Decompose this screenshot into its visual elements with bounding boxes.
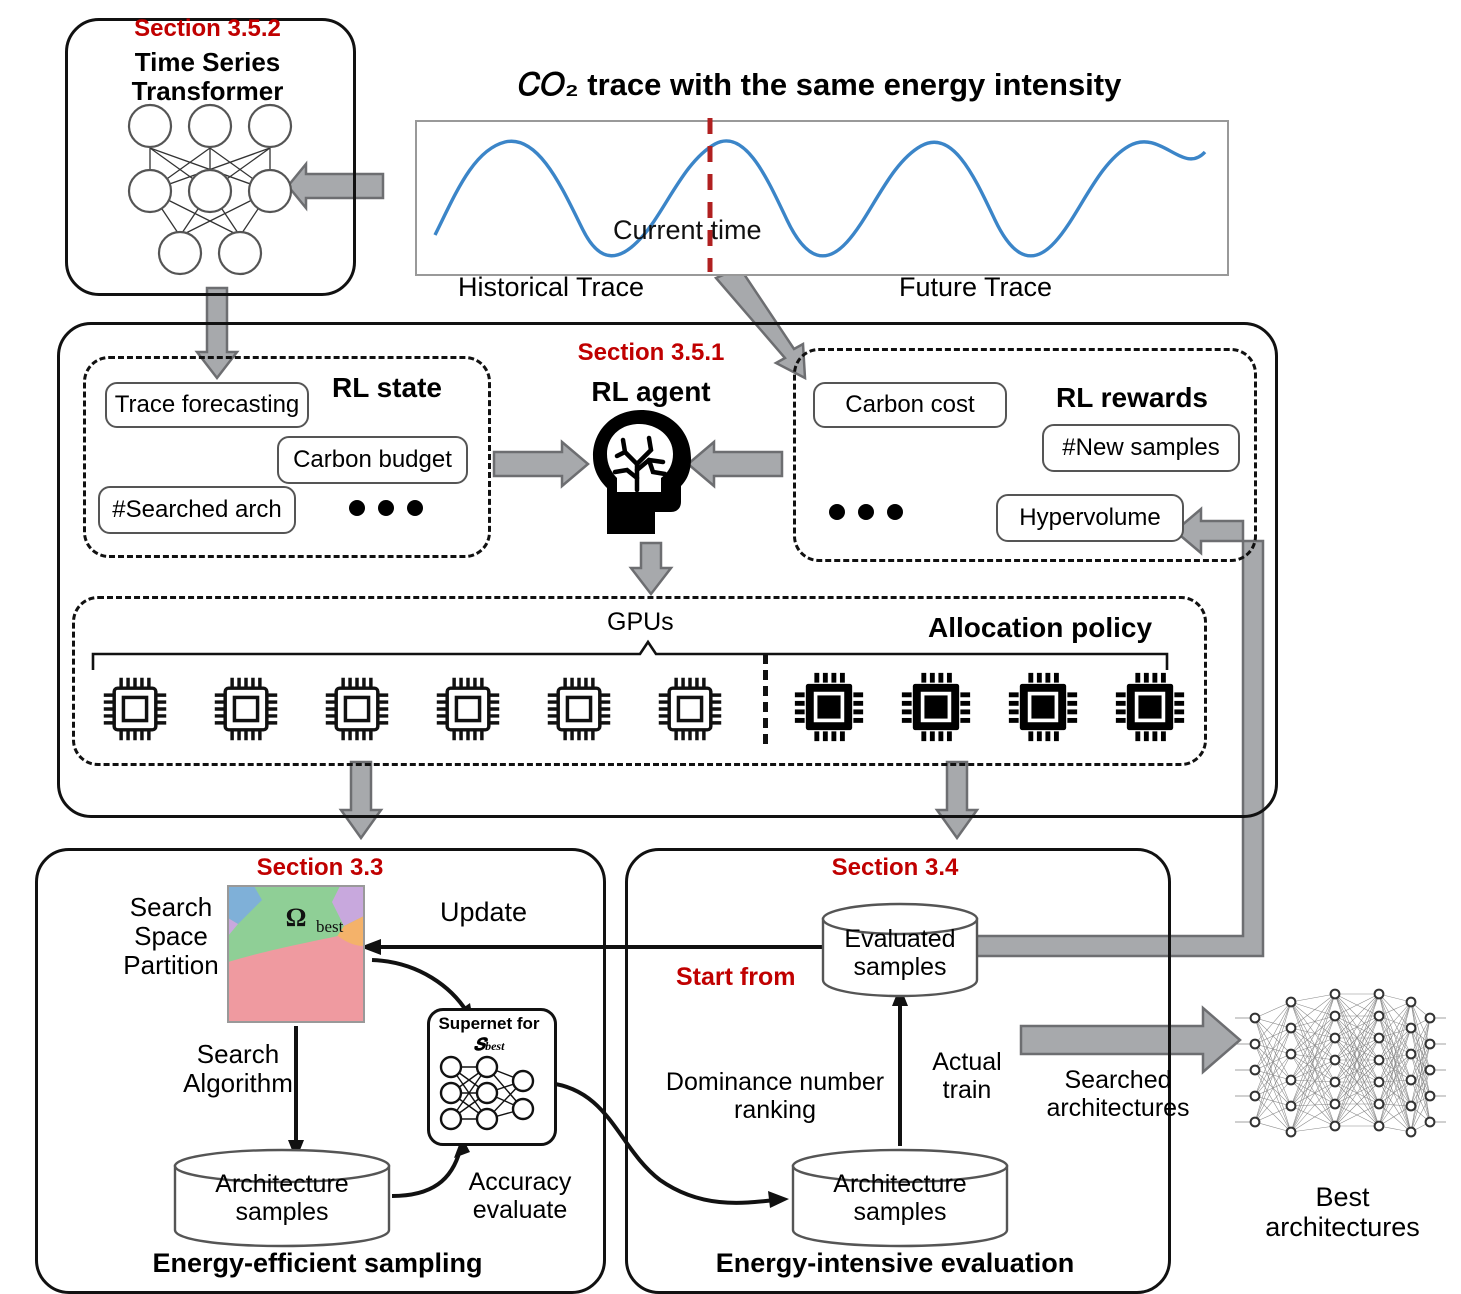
chip-outline-icon — [436, 677, 500, 741]
architecture-samples-db-left-label: Architecture samples — [215, 1170, 349, 1226]
energy-intensive-evaluation-footer: Energy-intensive evaluation — [715, 1248, 1075, 1278]
supernet-network-icon — [439, 1055, 535, 1131]
architecture-samples-db-right-label: Architecture samples — [833, 1170, 967, 1226]
chip-outline-icon — [547, 677, 611, 741]
chip-filled-icon — [1115, 672, 1185, 742]
svg-text:Ω: Ω — [286, 903, 307, 932]
section-label-34: Section 3.4 — [831, 854, 959, 881]
rl-rewards-title: RL rewards — [1056, 382, 1208, 413]
chip-outline-icon — [103, 677, 167, 741]
section-label-352: Section 3.5.2 — [134, 15, 281, 42]
rl-rewards-ellipsis — [829, 504, 903, 520]
rl-state-ellipsis — [349, 500, 423, 516]
rl-rewards-item-new-samples[interactable]: #New samples — [1042, 424, 1240, 472]
gpu-group-divider — [763, 654, 768, 744]
neural-network-icon — [127, 103, 293, 276]
search-space-partition-image: Ω best — [227, 885, 365, 1023]
supernet-subtitle: 𝑺best — [473, 1035, 505, 1054]
pill-label: Carbon cost — [845, 391, 975, 418]
dominance-number-ranking-label: Dominance number ranking — [665, 1068, 885, 1124]
future-trace-label: Future Trace — [899, 272, 1053, 302]
pill-label: #Searched arch — [112, 496, 282, 523]
current-time-label: Current time — [613, 215, 762, 245]
co2-trace-plot — [433, 118, 1207, 272]
evaluated-samples-db-label: Evaluated samples — [844, 925, 956, 981]
rl-rewards-item-carbon-cost[interactable]: Carbon cost — [813, 382, 1007, 428]
chip-outline-icon — [658, 677, 722, 741]
section-label-33: Section 3.3 — [256, 854, 384, 881]
energy-efficient-sampling-footer: Energy-efficient sampling — [152, 1248, 483, 1278]
svg-text:best: best — [316, 917, 344, 936]
gpus-label: GPUs — [607, 608, 674, 636]
allocation-policy-title: Allocation policy — [928, 612, 1153, 643]
actual-train-label: Actual train — [932, 1048, 1002, 1104]
best-architectures-label: Best architectures — [1265, 1182, 1420, 1243]
rl-state-item-searched-arch[interactable]: #Searched arch — [98, 486, 296, 534]
search-algorithm-label: Search Algorithm — [183, 1039, 293, 1099]
pill-label: Carbon budget — [293, 446, 452, 473]
searched-architectures-label: Searched architectures — [1046, 1066, 1190, 1122]
figure-canvas: .ga{fill:#a7a9ac;stroke:#6d6e71;stroke-w… — [0, 0, 1461, 1294]
co2-trace-title: 𝐶𝑂₂ trace with the same energy intensity — [518, 67, 1122, 102]
chip-outline-icon — [214, 677, 278, 741]
historical-trace-label: Historical Trace — [458, 272, 645, 302]
supernet-title: Supernet for — [438, 1014, 540, 1033]
chip-filled-icon — [1008, 672, 1078, 742]
update-label: Update — [440, 897, 528, 927]
brain-head-icon — [593, 410, 691, 534]
chip-outline-icon — [325, 677, 389, 741]
chip-filled-icon — [901, 672, 971, 742]
pill-label: Hypervolume — [1019, 504, 1161, 531]
rl-rewards-item-hypervolume[interactable]: Hypervolume — [996, 494, 1184, 542]
start-from-label: Start from — [676, 963, 796, 991]
search-space-partition-label: Search Space Partition — [123, 892, 219, 981]
section-label-351: Section 3.5.1 — [577, 339, 725, 366]
pill-label: #New samples — [1062, 434, 1220, 461]
rl-state-item-carbon-budget[interactable]: Carbon budget — [277, 436, 468, 484]
chip-filled-icon — [794, 672, 864, 742]
rl-agent-title: RL agent — [591, 376, 711, 407]
accuracy-evaluate-label: Accuracy evaluate — [468, 1168, 572, 1224]
rl-state-item-trace-forecasting[interactable]: Trace forecasting — [105, 382, 309, 428]
deep-neural-network-icon — [1235, 988, 1446, 1138]
pill-label: Trace forecasting — [114, 391, 300, 418]
rl-state-title: RL state — [332, 372, 442, 403]
